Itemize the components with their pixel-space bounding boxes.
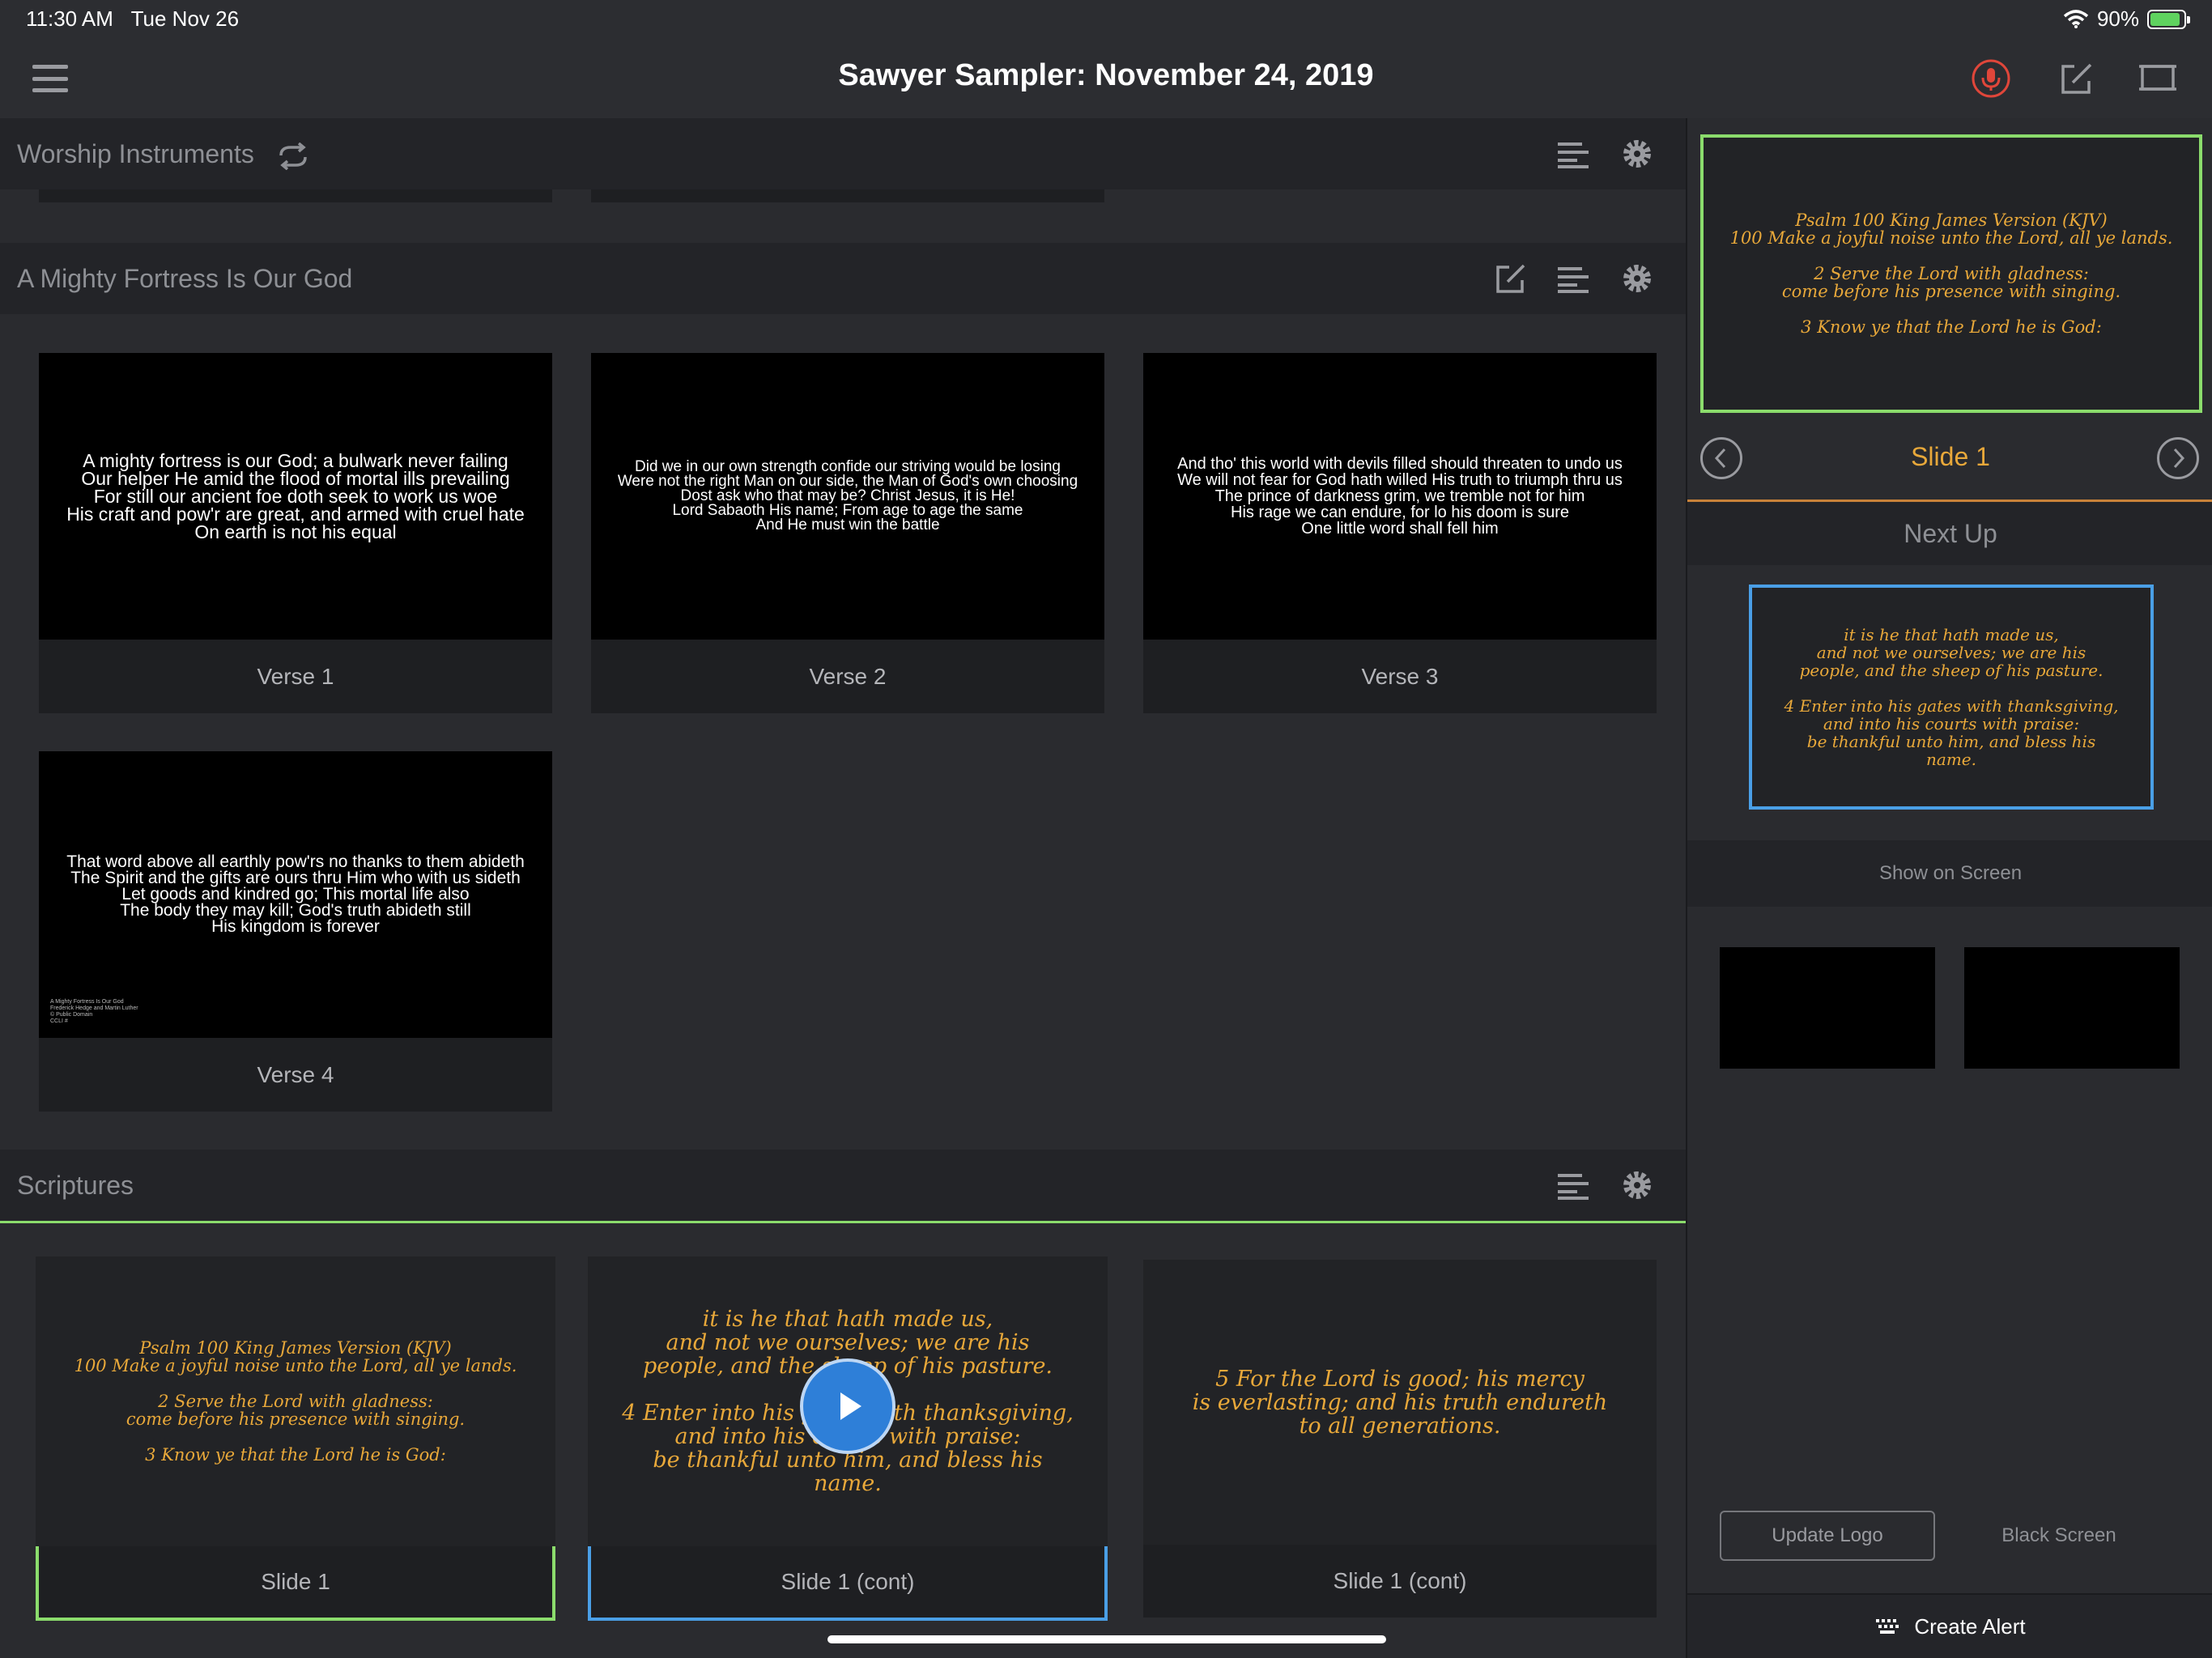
slide-label: Verse 1 (257, 663, 334, 689)
slide-label: Slide 1 (261, 1569, 330, 1594)
slide-thumbnail: That word above all earthly pow'rs no th… (39, 751, 552, 1038)
slide-label: Verse 2 (809, 663, 887, 689)
gear-icon[interactable] (1619, 261, 1655, 296)
slide-card-verse-1[interactable]: A mighty fortress is our God; a bulwark … (39, 353, 552, 713)
sync-icon (279, 142, 307, 170)
display-icon[interactable] (2138, 58, 2178, 99)
screen-output-1[interactable] (1720, 947, 1935, 1069)
home-indicator[interactable] (827, 1635, 1386, 1643)
slide-label: Slide 1 (cont) (781, 1569, 915, 1594)
live-preview: Psalm 100 King James Version (KJV) 100 M… (1700, 134, 2202, 413)
gear-icon[interactable] (1619, 136, 1655, 172)
play-icon (840, 1392, 861, 1420)
slide-card-scripture-2[interactable]: it is he that hath made us, and not we o… (588, 1256, 1108, 1621)
slide-thumbnail: 5 For the Lord is good; his mercy is eve… (1143, 1260, 1657, 1545)
slide-text: And tho' this world with devils filled s… (1177, 455, 1623, 538)
list-icon[interactable] (1556, 136, 1592, 172)
create-alert-label: Create Alert (1914, 1613, 2026, 1639)
section-title: Scriptures (17, 1171, 134, 1200)
date: Tue Nov 26 (130, 6, 240, 31)
microphone-icon[interactable] (1971, 58, 2011, 99)
slide-label: Slide 1 (cont) (1333, 1568, 1467, 1593)
status-time: 11:30 AM Tue Nov 26 (26, 6, 239, 32)
status-bar: 11:30 AM Tue Nov 26 90% (0, 0, 2212, 37)
page-title: Sawyer Sampler: November 24, 2019 (838, 58, 1374, 92)
slide-card-scripture-3[interactable]: 5 For the Lord is good; his mercy is eve… (1143, 1260, 1657, 1618)
create-alert-button[interactable]: Create Alert (1687, 1593, 2212, 1658)
next-up-text: it is he that hath made us, and not we o… (1784, 625, 2119, 769)
slide-label: Verse 3 (1361, 663, 1439, 689)
collapsed-card (591, 189, 1104, 202)
keyboard-icon (1876, 1619, 1899, 1634)
next-up-preview[interactable]: it is he that hath made us, and not we o… (1749, 585, 2154, 810)
edit-icon[interactable] (1493, 261, 1529, 296)
slide-navigation: Slide 1 (1687, 418, 2212, 502)
section-header-fortress[interactable]: A Mighty Fortress Is Our God (0, 243, 1686, 314)
next-slide-button[interactable] (2157, 437, 2199, 479)
section-title: Worship Instruments (17, 139, 312, 170)
section-title: A Mighty Fortress Is Our God (17, 264, 353, 293)
slide-text: 5 For the Lord is good; his mercy is eve… (1192, 1366, 1608, 1439)
slide-thumbnail: Did we in our own strength confide our s… (591, 353, 1104, 640)
slide-text: Psalm 100 King James Version (KJV) 100 M… (74, 1338, 517, 1465)
service-items-pane: Worship Instruments A Mighty Fortress Is… (0, 118, 1686, 1658)
slide-thumbnail: A mighty fortress is our God; a bulwark … (39, 353, 552, 640)
slide-text: A mighty fortress is our God; a bulwark … (66, 450, 525, 542)
gear-icon[interactable] (1619, 1167, 1655, 1203)
slide-text: Did we in our own strength confide our s… (617, 458, 1078, 534)
black-screen-button[interactable]: Black Screen (1951, 1511, 2167, 1561)
status-right: 90% (2063, 6, 2190, 32)
live-control-panel: Psalm 100 King James Version (KJV) 100 M… (1686, 118, 2212, 1658)
section-header-worship[interactable]: Worship Instruments (0, 118, 1686, 189)
slide-card-verse-4[interactable]: That word above all earthly pow'rs no th… (39, 751, 552, 1112)
list-icon[interactable] (1556, 261, 1592, 296)
show-on-screen-header: Show on Screen (1687, 840, 2212, 907)
chevron-right-icon (2173, 448, 2185, 469)
copyright-text: A Mighty Fortress Is Our God Frederick H… (50, 999, 138, 1024)
slide-thumbnail: Psalm 100 King James Version (KJV) 100 M… (36, 1256, 555, 1546)
edit-icon[interactable] (2057, 58, 2097, 99)
slide-card-scripture-1[interactable]: Psalm 100 King James Version (KJV) 100 M… (36, 1256, 555, 1621)
section-header-scriptures[interactable]: Scriptures (0, 1150, 1686, 1223)
slide-text: That word above all earthly pow'rs no th… (66, 852, 525, 936)
clock: 11:30 AM (26, 6, 113, 31)
battery-percent: 90% (2096, 6, 2139, 31)
collapsed-card (39, 189, 552, 202)
slide-card-verse-3[interactable]: And tho' this world with devils filled s… (1143, 353, 1657, 713)
play-button[interactable] (800, 1358, 895, 1454)
wifi-icon (2063, 9, 2089, 28)
next-up-header: Next Up (1687, 502, 2212, 565)
current-slide-name: Slide 1 (1911, 442, 1990, 471)
worship-title-text: Worship Instruments (17, 139, 254, 168)
list-icon[interactable] (1556, 1167, 1592, 1203)
battery-icon (2147, 9, 2190, 29)
slide-card-verse-2[interactable]: Did we in our own strength confide our s… (591, 353, 1104, 713)
screen-output-2[interactable] (1964, 947, 2180, 1069)
slide-thumbnail: And tho' this world with devils filled s… (1143, 353, 1657, 640)
preview-text: Psalm 100 King James Version (KJV) 100 M… (1729, 210, 2173, 337)
slide-label: Verse 4 (257, 1061, 334, 1087)
update-logo-button[interactable]: Update Logo (1720, 1511, 1935, 1561)
nav-bar: Sawyer Sampler: November 24, 2019 (0, 37, 2212, 118)
